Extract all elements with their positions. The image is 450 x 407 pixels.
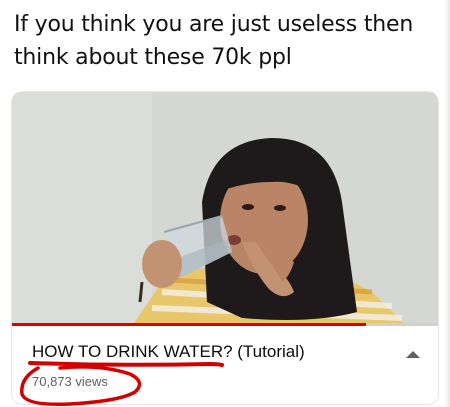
chevron-up-icon — [406, 351, 420, 358]
video-title[interactable]: HOW TO DRINK WATER? (Tutorial) — [32, 342, 305, 362]
video-thumbnail[interactable] — [12, 92, 438, 326]
view-count: 70,873 views — [32, 374, 108, 389]
thumbnail-image — [12, 92, 438, 326]
meme-caption: If you think you are just useless then t… — [14, 12, 414, 70]
expand-description-button[interactable] — [402, 346, 424, 362]
video-progress-bar[interactable] — [12, 323, 438, 326]
video-progress-fill — [12, 323, 366, 326]
screen-edge — [444, 0, 450, 407]
video-card[interactable]: HOW TO DRINK WATER? (Tutorial) 70,873 vi… — [12, 92, 438, 404]
